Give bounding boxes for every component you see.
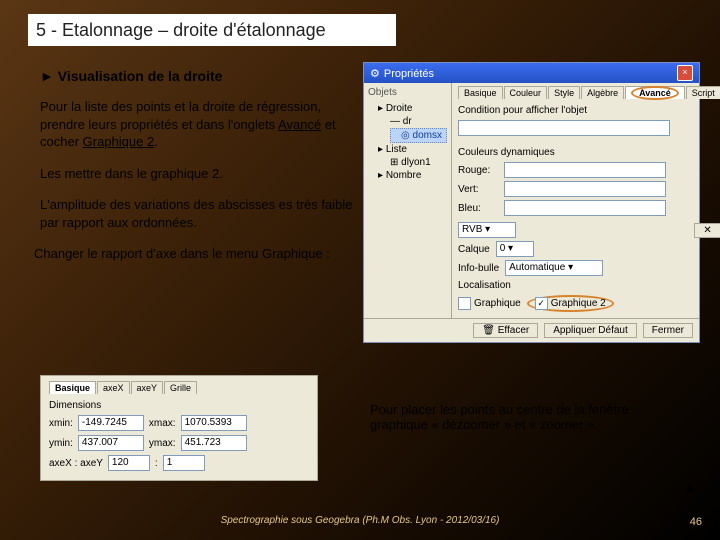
bottom-note: Pour placer les points au centre de la f… [370, 402, 690, 432]
tab-avance[interactable]: Avancé [625, 86, 685, 99]
checkbox-graph1[interactable]: Graphique [458, 297, 521, 310]
tree-node[interactable]: ▸ Nombre [368, 169, 447, 182]
ymin-input[interactable]: 437.007 [78, 435, 144, 451]
tab-basique[interactable]: Basique [458, 86, 503, 99]
subtitle: ► Visualisation de la droite [40, 68, 360, 84]
xmax-label: xmax: [149, 418, 176, 429]
para-2: Les mettre dans le graphique 2. [40, 165, 360, 183]
checkbox-graph2[interactable]: ✓Graphique 2 [535, 297, 606, 310]
tree-node-selected[interactable]: ◎ domsx [390, 128, 447, 143]
apply-default-button[interactable]: Appliquer Défaut [544, 323, 637, 338]
tab-script[interactable]: Script [686, 86, 720, 99]
object-tree[interactable]: Objets ▸ Droite — dr ◎ domsx ▸ Liste ⊞ d… [364, 83, 452, 318]
green-label: Vert: [458, 184, 498, 195]
tab-style[interactable]: Style [548, 86, 580, 99]
next-arrow-icon: ► [684, 480, 698, 496]
slide-title: 5 - Etalonnage – droite d'étalonnage [28, 14, 396, 46]
tab2-axey[interactable]: axeY [131, 381, 164, 394]
close-icon[interactable]: × [677, 65, 693, 81]
xmin-input[interactable]: -149.7245 [78, 415, 144, 431]
tab-algebre[interactable]: Algèbre [581, 86, 624, 99]
layer-label: Calque [458, 244, 490, 255]
para-3: L'amplitude des variations des abscisses… [40, 196, 360, 231]
cond-label: Condition pour afficher l'objet [458, 105, 720, 116]
tree-node[interactable]: ▸ Droite [368, 102, 447, 115]
ratio-y-input[interactable]: 1 [163, 455, 205, 471]
text-column: ► Visualisation de la droite Pour la lis… [40, 60, 360, 277]
para-4: Changer le rapport d'axe dans le menu Gr… [34, 245, 360, 263]
blue-input[interactable] [504, 200, 666, 216]
graphics-settings-panel: Basique axeX axeY Grille Dimensions xmin… [40, 375, 318, 481]
tab2-axex[interactable]: axeX [97, 381, 130, 394]
red-input[interactable] [504, 162, 666, 178]
tooltip-select[interactable]: Automatique ▾ [505, 260, 603, 276]
ymax-label: ymax: [149, 438, 176, 449]
xmax-input[interactable]: 1070.5393 [181, 415, 247, 431]
layer-select[interactable]: 0 ▾ [496, 241, 534, 257]
blue-label: Bleu: [458, 203, 498, 214]
tree-node[interactable]: ⊞ dlyon1 [368, 156, 447, 169]
rvb-select[interactable]: RVB ▾ [458, 222, 516, 238]
clear-x-button[interactable]: ✕ [694, 223, 720, 238]
tabs: Basique Couleur Style Algèbre Avancé Scr… [458, 86, 720, 99]
erase-button[interactable]: 🗑 Effacer [473, 323, 538, 338]
axe-ratio-label: axeX : axeY [49, 458, 103, 469]
dialog-titlebar: ⚙Propriétés × [364, 63, 699, 83]
tree-node[interactable]: ▸ Liste [368, 143, 447, 156]
properties-dialog: ⚙Propriétés × Objets ▸ Droite — dr ◎ dom… [363, 62, 700, 343]
dialog-title: ⚙Propriétés [370, 67, 434, 80]
tree-node[interactable]: — dr [368, 115, 447, 128]
red-label: Rouge: [458, 165, 498, 176]
tab2-basique[interactable]: Basique [49, 381, 96, 394]
tab2-grille[interactable]: Grille [164, 381, 197, 394]
page-number: 46 [690, 516, 702, 528]
ymax-input[interactable]: 451.723 [181, 435, 247, 451]
green-input[interactable] [504, 181, 666, 197]
footer-text: Spectrographie sous Geogebra (Ph.M Obs. … [0, 515, 720, 526]
para-1: Pour la liste des points et la droite de… [40, 98, 360, 151]
tree-label: Objets [368, 87, 447, 98]
tab-couleur[interactable]: Couleur [504, 86, 548, 99]
cond-input[interactable] [458, 120, 670, 136]
close-button[interactable]: Fermer [643, 323, 693, 338]
dim-label: Dimensions [49, 400, 309, 411]
xmin-label: xmin: [49, 418, 73, 429]
dyn-label: Couleurs dynamiques [458, 147, 720, 158]
ratio-x-input[interactable]: 120 [108, 455, 150, 471]
ymin-label: ymin: [49, 438, 73, 449]
loc-label: Localisation [458, 280, 720, 291]
tooltip-label: Info-bulle [458, 263, 499, 274]
